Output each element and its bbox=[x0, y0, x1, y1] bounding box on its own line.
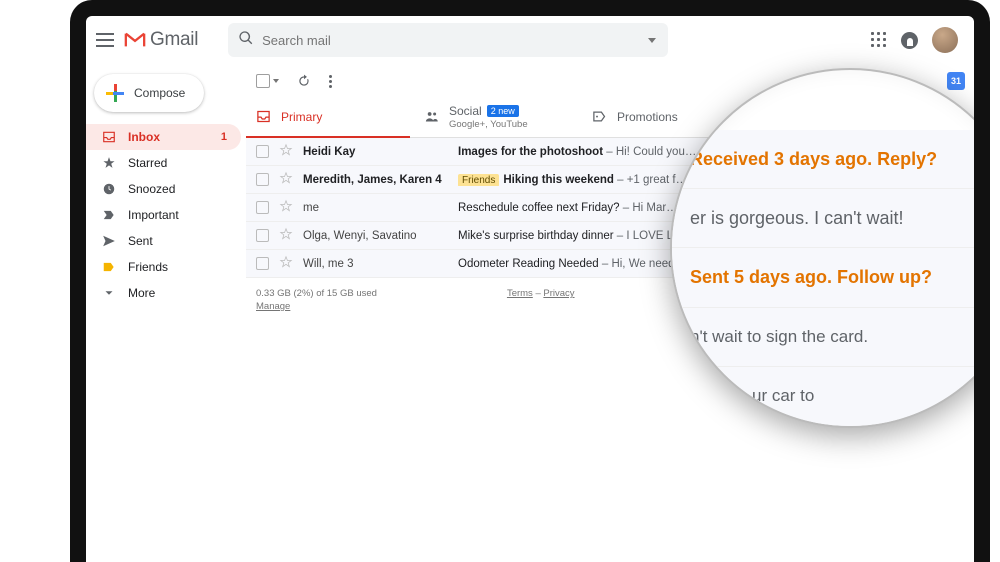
social-badge: 2 new bbox=[487, 105, 519, 117]
brand-text: Gmail bbox=[150, 29, 198, 51]
row-sender: me bbox=[303, 202, 448, 214]
sidebar-item-starred[interactable]: Starred bbox=[86, 150, 241, 176]
magnifier-line: n't wait to sign the card. bbox=[672, 308, 990, 367]
header: Gmail bbox=[86, 16, 974, 64]
sidebar-item-friends[interactable]: Friends bbox=[86, 254, 241, 280]
star-icon[interactable] bbox=[279, 227, 293, 244]
plus-icon bbox=[106, 84, 124, 102]
sidebar-item-label: Inbox bbox=[128, 130, 160, 144]
star-icon[interactable] bbox=[279, 171, 293, 188]
more-menu-icon[interactable] bbox=[329, 75, 332, 88]
storage-text: 0.33 GB (2%) of 15 GB used bbox=[256, 288, 377, 299]
search-icon bbox=[238, 30, 254, 51]
sidebar-item-label: Important bbox=[128, 208, 179, 222]
sidebar-item-sent[interactable]: Sent bbox=[86, 228, 241, 254]
search-input[interactable] bbox=[262, 33, 640, 48]
social-tab-icon bbox=[424, 109, 439, 124]
row-checkbox[interactable] bbox=[256, 229, 269, 242]
sidebar-item-snoozed[interactable]: Snoozed bbox=[86, 176, 241, 202]
sidebar-item-inbox[interactable]: Inbox 1 bbox=[86, 124, 241, 150]
sidebar-item-label: Sent bbox=[128, 234, 153, 248]
row-checkbox[interactable] bbox=[256, 145, 269, 158]
row-checkbox[interactable] bbox=[256, 201, 269, 214]
tab-label: Social bbox=[449, 104, 482, 118]
tab-primary[interactable]: Primary bbox=[246, 96, 414, 137]
row-checkbox[interactable] bbox=[256, 173, 269, 186]
star-icon bbox=[102, 156, 116, 170]
magnifier-overlay: Received 3 days ago. Reply? er is gorgeo… bbox=[670, 68, 990, 428]
magnifier-line: Received 3 days ago. Reply? bbox=[672, 130, 990, 189]
magnifier-line: er is gorgeous. I can't wait! A bbox=[672, 189, 990, 248]
compose-button[interactable]: Compose bbox=[94, 74, 204, 112]
terms-link[interactable]: Terms bbox=[507, 288, 533, 299]
row-sender: Olga, Wenyi, Savatino bbox=[303, 230, 448, 242]
row-sender: Will, me 3 bbox=[303, 258, 448, 270]
apps-grid-icon[interactable] bbox=[871, 32, 887, 48]
primary-tab-icon bbox=[256, 109, 271, 124]
gmail-logo-icon bbox=[124, 31, 146, 49]
sidebar-item-label: More bbox=[128, 286, 155, 300]
menu-icon[interactable] bbox=[96, 33, 114, 47]
label-icon bbox=[102, 260, 116, 274]
send-icon bbox=[102, 234, 116, 248]
compose-label: Compose bbox=[134, 86, 185, 100]
search-bar[interactable] bbox=[228, 23, 668, 57]
sidebar-item-more[interactable]: More bbox=[86, 280, 241, 306]
snippet-text: ur car to bbox=[752, 386, 814, 406]
star-icon[interactable] bbox=[279, 143, 293, 160]
inbox-icon bbox=[102, 130, 116, 144]
tab-social[interactable]: Social 2 new Google+, YouTube bbox=[414, 96, 582, 137]
brand[interactable]: Gmail bbox=[124, 29, 198, 51]
important-icon bbox=[102, 208, 116, 222]
nudge-text: Received 3 days ago. Reply? bbox=[690, 149, 937, 170]
tab-label: Promotions bbox=[617, 110, 678, 124]
snippet-text: n't wait to sign the card. bbox=[690, 327, 868, 347]
magnifier-line: Sent 5 days ago. Follow up? bbox=[672, 248, 990, 307]
sidebar: Compose Inbox 1 Starred Snoozed I bbox=[86, 66, 246, 562]
select-dropdown-caret-icon[interactable] bbox=[273, 79, 279, 83]
search-options-caret-icon[interactable] bbox=[648, 38, 656, 43]
privacy-link[interactable]: Privacy bbox=[543, 288, 574, 299]
select-all-checkbox[interactable] bbox=[256, 74, 270, 88]
chevron-down-icon bbox=[102, 286, 116, 300]
inbox-count: 1 bbox=[221, 131, 227, 143]
row-checkbox[interactable] bbox=[256, 257, 269, 270]
clock-icon bbox=[102, 182, 116, 196]
refresh-icon[interactable] bbox=[297, 74, 311, 88]
sidebar-item-label: Starred bbox=[128, 156, 167, 170]
row-sender: Meredith, James, Karen 4 bbox=[303, 174, 448, 186]
sidebar-item-important[interactable]: Important bbox=[86, 202, 241, 228]
manage-link[interactable]: Manage bbox=[256, 301, 290, 312]
avatar[interactable] bbox=[932, 27, 958, 53]
star-icon[interactable] bbox=[279, 199, 293, 216]
snippet-text: er is gorgeous. I can't wait! bbox=[690, 208, 904, 229]
sidebar-item-label: Friends bbox=[128, 260, 168, 274]
social-sublabel: Google+, YouTube bbox=[449, 119, 528, 130]
row-tag: Friends bbox=[458, 174, 499, 186]
nudge-text: Sent 5 days ago. Follow up? bbox=[690, 267, 932, 288]
sidebar-item-label: Snoozed bbox=[128, 182, 175, 196]
notifications-icon[interactable] bbox=[901, 32, 918, 49]
row-sender: Heidi Kay bbox=[303, 146, 448, 158]
star-icon[interactable] bbox=[279, 255, 293, 272]
promotions-tab-icon bbox=[592, 109, 607, 124]
tab-label: Primary bbox=[281, 110, 322, 124]
magnifier-line: ur car to bbox=[672, 367, 990, 426]
